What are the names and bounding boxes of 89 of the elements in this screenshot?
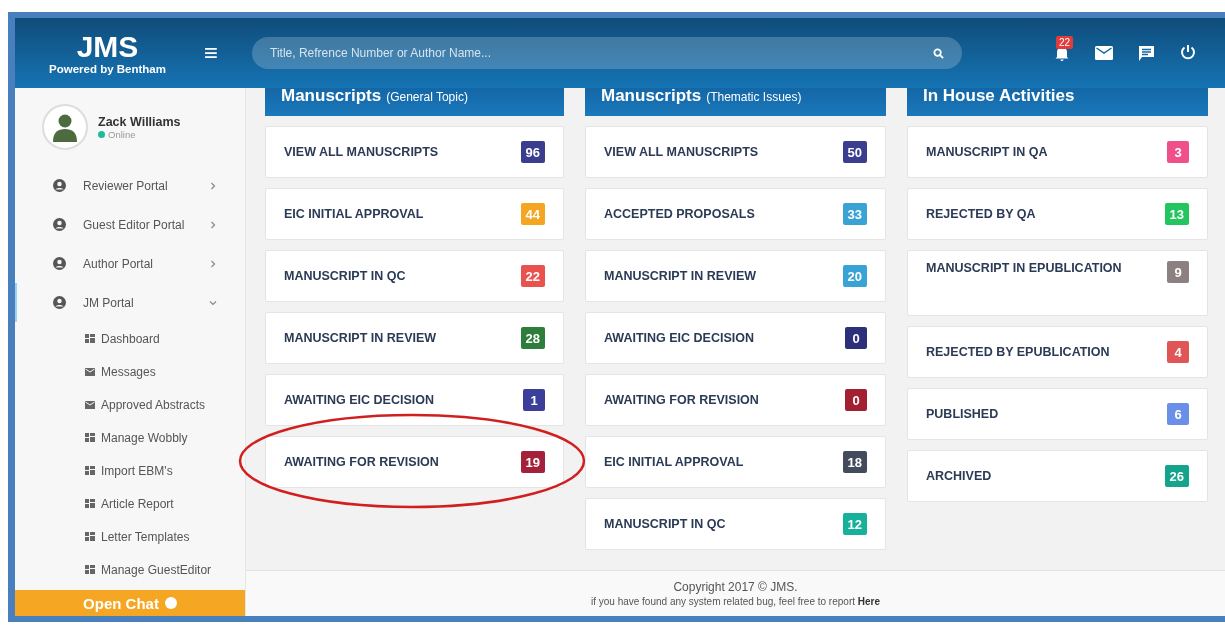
user-circle-icon — [53, 296, 66, 309]
count-badge: 18 — [842, 451, 867, 473]
sidebar-subitem[interactable]: Manage GuestEditor — [15, 553, 245, 586]
grid-icon — [85, 565, 95, 574]
grid-icon — [85, 466, 95, 475]
sidebar-item[interactable]: Guest Editor Portal — [15, 205, 245, 244]
column-subtitle: (Thematic Issues) — [706, 89, 802, 106]
sidebar-subitem[interactable]: Messages — [15, 355, 245, 388]
status-card[interactable]: REJECTED BY EPUBLICATION 4 — [907, 326, 1208, 378]
sidebar-subitem[interactable]: Letter Templates — [15, 520, 245, 553]
grid-icon — [85, 433, 95, 442]
status-card[interactable]: REJECTED BY QA 13 — [907, 188, 1208, 240]
chat-bubble-icon — [164, 597, 177, 609]
avatar-silhouette-icon — [52, 112, 78, 142]
user-circle-icon — [53, 218, 66, 231]
column-subtitle: (General Topic) — [386, 89, 468, 106]
status-card[interactable]: EIC INITIAL APPROVAL 44 — [265, 188, 564, 240]
user-name: Zack Williams — [98, 114, 181, 129]
chat-button[interactable] — [1138, 44, 1155, 62]
chevron-right-icon — [209, 259, 217, 268]
count-badge: 0 — [845, 389, 867, 411]
grid-icon — [85, 334, 95, 343]
sidebar-subitem[interactable]: Dashboard — [15, 322, 245, 355]
chevron-right-icon — [209, 220, 217, 229]
status-card[interactable]: MANUSCRIPT IN REVIEW 28 — [265, 312, 564, 364]
count-badge: 96 — [520, 141, 545, 163]
envelope-icon — [85, 400, 95, 409]
copyright-text: Copyright 2017 © JMS. — [673, 580, 798, 594]
envelope-icon — [85, 367, 95, 376]
grid-icon — [85, 499, 95, 508]
mail-button[interactable] — [1095, 46, 1113, 60]
status-card[interactable]: ACCEPTED PROPOSALS 33 — [585, 188, 886, 240]
column-title: Manuscripts — [281, 88, 382, 104]
logo-text: JMS — [76, 31, 139, 63]
count-badge: 22 — [520, 265, 545, 287]
status-card[interactable]: PUBLISHED 6 — [907, 388, 1208, 440]
sidebar-subitem[interactable]: Import EBM's — [15, 454, 245, 487]
count-badge: 3 — [1167, 141, 1189, 163]
count-badge: 6 — [1167, 403, 1189, 425]
status-card[interactable]: VIEW ALL MANUSCRIPTS 96 — [265, 126, 564, 178]
column-title: In House Activities — [923, 88, 1075, 104]
status-card[interactable]: VIEW ALL MANUSCRIPTS 50 — [585, 126, 886, 178]
count-badge: 13 — [1164, 203, 1189, 225]
notification-badge: 22 — [1056, 36, 1074, 49]
user-circle-icon — [53, 179, 66, 192]
count-badge: 50 — [842, 141, 867, 163]
sidebar-subitem[interactable]: Article Report — [15, 487, 245, 520]
status-card[interactable]: MANUSCRIPT IN REVIEW 20 — [585, 250, 886, 302]
count-badge: 26 — [1164, 465, 1189, 487]
status-card[interactable]: MANUSCRIPT IN EPUBLICATION 9 — [907, 250, 1208, 316]
grid-icon — [85, 532, 95, 541]
count-badge: 20 — [842, 265, 867, 287]
count-badge: 1 — [523, 389, 545, 411]
column-title: Manuscripts — [601, 88, 702, 104]
envelope-icon — [1095, 46, 1113, 60]
count-badge: 12 — [842, 513, 867, 535]
sidebar-item[interactable]: JM Portal — [15, 283, 245, 322]
count-badge: 4 — [1167, 341, 1189, 363]
sidebar-subitem[interactable]: Manage Wobbly — [15, 421, 245, 454]
power-icon — [1180, 44, 1196, 62]
user-circle-icon — [53, 257, 66, 270]
status-card[interactable]: MANUSCRIPT IN QC 22 — [265, 250, 564, 302]
power-button[interactable] — [1180, 44, 1196, 62]
user-status: Online — [108, 128, 136, 140]
count-badge: 9 — [1167, 261, 1189, 283]
chevron-right-icon — [209, 181, 217, 190]
count-badge: 44 — [520, 203, 545, 225]
count-badge: 0 — [845, 327, 867, 349]
report-link[interactable]: Here — [857, 596, 881, 607]
logo-tagline: Powered by Bentham — [49, 63, 166, 75]
status-card[interactable]: AWAITING EIC DECISION 0 — [585, 312, 886, 364]
count-badge: 33 — [842, 203, 867, 225]
search-icon — [933, 48, 944, 59]
status-card[interactable]: AWAITING EIC DECISION 1 — [265, 374, 564, 426]
status-card[interactable]: AWAITING FOR REVISION 0 — [585, 374, 886, 426]
status-card[interactable]: AWAITING FOR REVISION 19 — [265, 436, 564, 488]
chat-icon — [1138, 44, 1155, 62]
chevron-down-icon — [209, 298, 217, 307]
status-card[interactable]: ARCHIVED 26 — [907, 450, 1208, 502]
sidebar-item[interactable]: Author Portal — [15, 244, 245, 283]
count-badge: 19 — [520, 451, 545, 473]
status-card[interactable]: MANUSCRIPT IN QC 12 — [585, 498, 886, 550]
status-card[interactable]: EIC INITIAL APPROVAL 18 — [585, 436, 886, 488]
status-card[interactable]: MANUSCRIPT IN QA 3 — [907, 126, 1208, 178]
bug-report-text: if you have found any system related bug, feel free to report Here — [590, 596, 881, 607]
sidebar-subitem[interactable]: Approved Abstracts — [15, 388, 245, 421]
sidebar-item[interactable]: Reviewer Portal — [15, 166, 245, 205]
menu-button[interactable]: ≡ — [200, 39, 222, 67]
count-badge: 28 — [520, 327, 545, 349]
